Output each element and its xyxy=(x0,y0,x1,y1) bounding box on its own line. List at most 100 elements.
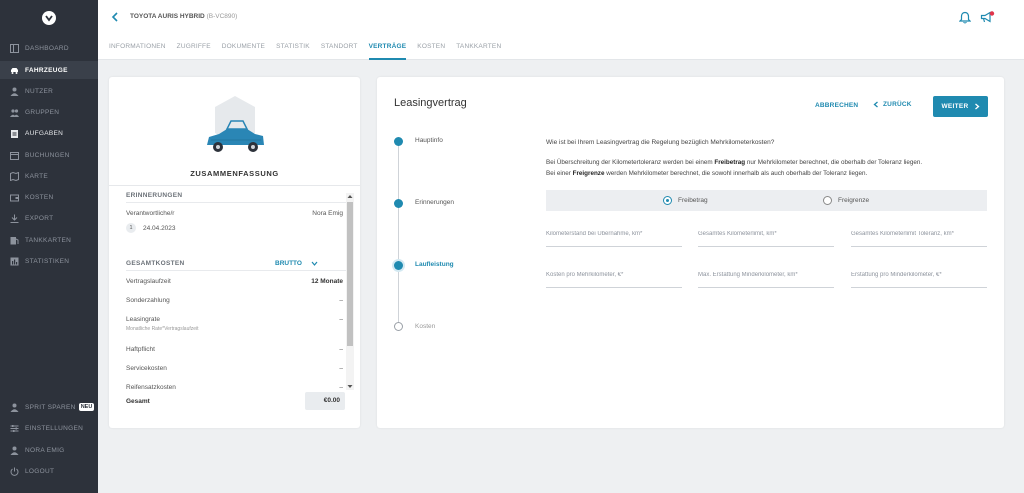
app-logo[interactable] xyxy=(42,11,56,25)
explanation-text: Bei einer xyxy=(546,170,573,177)
sidebar-item-label: AUFGABEN xyxy=(25,129,64,137)
sidebar-item-profile[interactable]: NORA EMIG xyxy=(0,441,98,459)
back-button[interactable]: ZURÜCK xyxy=(873,101,912,108)
tab-informationen[interactable]: INFORMATIONEN xyxy=(109,38,166,60)
radio-unselected-icon xyxy=(823,196,832,205)
cost-row-label: Leasingrate xyxy=(126,316,160,323)
map-icon xyxy=(10,171,19,181)
megaphone-icon[interactable] xyxy=(980,11,995,26)
cancel-button[interactable]: ABBRECHEN xyxy=(815,102,858,109)
sidebar-item-einstellungen[interactable]: EINSTELLUNGEN xyxy=(0,419,98,437)
total-costs-heading: GESAMTKOSTEN xyxy=(126,260,185,267)
car-illustration xyxy=(201,93,269,161)
step-hauptinfo[interactable]: Hauptinfo xyxy=(415,137,443,144)
total-value: €0.00 xyxy=(305,392,345,410)
lease-contract-card: Leasingvertrag ABBRECHEN ZURÜCK WEITER H… xyxy=(377,77,1004,428)
download-icon xyxy=(10,214,19,223)
back-button-label: ZURÜCK xyxy=(883,101,912,108)
chevron-left-icon xyxy=(873,101,878,108)
sidebar-item-label: FAHRZEUGE xyxy=(25,66,68,74)
question-text: Wie ist bei Ihrem Leasingvertrag die Reg… xyxy=(546,139,775,146)
tab-kosten[interactable]: KOSTEN xyxy=(417,38,445,60)
explanation-freigrenze: Bei einer Freigrenze werden Mehrkilomete… xyxy=(546,170,867,177)
step-dot-pending xyxy=(394,322,403,331)
tab-bar: INFORMATIONEN ZUGRIFFE DOKUMENTE STATIST… xyxy=(109,38,512,60)
tab-zugriffe[interactable]: ZUGRIFFE xyxy=(177,38,211,60)
step-erinnerungen[interactable]: Erinnerungen xyxy=(415,199,454,206)
user-icon xyxy=(10,87,19,96)
sidebar-item-karte[interactable]: KARTE xyxy=(0,167,98,185)
divider xyxy=(109,185,360,186)
sidebar-item-label: LOGOUT xyxy=(25,467,55,475)
sidebar-item-label: KARTE xyxy=(25,172,49,180)
max-refund-less-km-input[interactable] xyxy=(698,270,834,278)
field-refund-per-less-km xyxy=(851,270,987,288)
sidebar-item-dashboard[interactable]: DASHBOARD xyxy=(0,39,98,57)
sidebar-item-kosten[interactable]: KOSTEN xyxy=(0,188,98,206)
tab-vertraege[interactable]: VERTRÄGE xyxy=(368,38,407,60)
scrollbar[interactable] xyxy=(346,193,354,390)
summary-card: ZUSAMMENFASSUNG ERINNERUNGEN Verantwortl… xyxy=(109,77,360,428)
field-total-km-limit xyxy=(698,229,834,247)
sidebar-item-logout[interactable]: LOGOUT xyxy=(0,462,98,480)
step-kosten[interactable]: Kosten xyxy=(415,323,435,330)
user-icon xyxy=(10,403,19,412)
scroll-up-icon[interactable] xyxy=(347,194,353,199)
radio-freibetrag[interactable]: Freibetrag xyxy=(663,196,708,205)
vehicle-plate: (B-VC890) xyxy=(206,13,238,20)
sidebar-item-buchungen[interactable]: BUCHUNGEN xyxy=(0,146,98,164)
sidebar-item-label: EXPORT xyxy=(25,214,54,222)
odometer-at-handover-input[interactable] xyxy=(546,229,682,237)
brutto-dropdown[interactable]: BRUTTO xyxy=(275,260,318,267)
step-dot-done xyxy=(394,137,403,146)
wallet-icon xyxy=(10,193,19,202)
back-arrow-icon[interactable] xyxy=(110,11,120,23)
cost-row-label: Haftpflicht xyxy=(126,346,155,353)
total-km-limit-input[interactable] xyxy=(698,229,834,237)
scrollbar-thumb[interactable] xyxy=(347,202,353,346)
sidebar-item-fahrzeuge[interactable]: FAHRZEUGE xyxy=(0,61,98,79)
cost-row-sublabel: Monatliche Rate*Vertragslaufzeit xyxy=(126,326,199,332)
sidebar-item-nutzer[interactable]: NUTZER xyxy=(0,82,98,100)
sidebar-item-gruppen[interactable]: GRUPPEN xyxy=(0,103,98,121)
mileage-rule-radio-group: Freibetrag Freigrenze xyxy=(546,190,987,211)
reminder-date: 24.04.2023 xyxy=(143,225,176,232)
tab-standort[interactable]: STANDORT xyxy=(321,38,358,60)
sidebar-item-statistiken[interactable]: STATISTIKEN xyxy=(0,252,98,270)
divider xyxy=(126,270,346,271)
sidebar-item-label: STATISTIKEN xyxy=(25,257,70,265)
radio-label: Freibetrag xyxy=(678,197,708,204)
cost-row-label: Sonderzahlung xyxy=(126,297,170,304)
scroll-down-icon[interactable] xyxy=(347,384,353,389)
next-button[interactable]: WEITER xyxy=(933,96,988,117)
tab-tankkarten[interactable]: TANKKARTEN xyxy=(456,38,501,60)
dashboard-icon xyxy=(10,43,19,53)
sidebar-item-label: BUCHUNGEN xyxy=(25,151,70,159)
sidebar-item-label: EINSTELLUNGEN xyxy=(25,424,84,432)
cost-per-extra-km-input[interactable] xyxy=(546,270,682,278)
responsible-label: Verantwortliche/r xyxy=(126,210,175,217)
km-limit-tolerance-input[interactable] xyxy=(851,229,987,237)
tab-statistik[interactable]: STATISTIK xyxy=(276,38,310,60)
field-cost-per-extra-km xyxy=(546,270,682,288)
explanation-text: Bei Überschreitung der Kilometertoleranz… xyxy=(546,159,715,166)
power-icon xyxy=(10,467,19,476)
radio-freigrenze[interactable]: Freigrenze xyxy=(823,196,869,205)
bell-icon[interactable] xyxy=(958,11,972,26)
refund-per-less-km-input[interactable] xyxy=(851,270,987,278)
new-badge: NEU xyxy=(78,403,95,411)
user-icon xyxy=(10,446,19,455)
step-laufleistung[interactable]: Laufleistung xyxy=(415,261,454,268)
cost-row-value: – xyxy=(339,316,343,323)
cost-row-value: 12 Monate xyxy=(311,278,343,285)
sidebar-item-sprit-sparen[interactable]: SPRIT SPAREN NEU xyxy=(0,398,98,416)
field-odometer-at-handover xyxy=(546,229,682,247)
sidebar-item-aufgaben[interactable]: AUFGABEN xyxy=(0,124,98,142)
tab-dokumente[interactable]: DOKUMENTE xyxy=(222,38,265,60)
group-icon xyxy=(10,108,19,117)
explanation-freibetrag: Bei Überschreitung der Kilometertoleranz… xyxy=(546,159,922,166)
logo-chevron-icon xyxy=(45,15,53,22)
summary-scroll-area[interactable]: ERINNERUNGEN Verantwortliche/r Nora Emig… xyxy=(121,190,347,395)
sidebar-item-export[interactable]: EXPORT xyxy=(0,209,98,227)
sidebar-item-tankkarten[interactable]: TANKKARTEN xyxy=(0,231,98,249)
